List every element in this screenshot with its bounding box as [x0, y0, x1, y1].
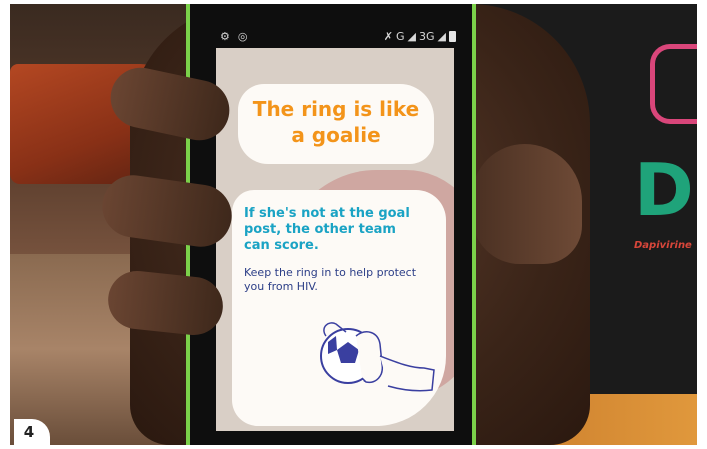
- photo: D Dapivirine ⚙ ◎ ✗ G ◢ 3G ◢ The ring is …: [10, 4, 697, 445]
- shirt-logo-letter: D: [634, 148, 694, 232]
- shirt-caption: Dapivirine: [634, 240, 692, 251]
- network-type-3g: 3G: [419, 30, 435, 43]
- title-line-2: a goalie: [291, 123, 381, 147]
- figure-number: 4: [23, 423, 35, 441]
- goalie-hands-ball-illustration: [320, 322, 435, 392]
- network-type: G: [396, 30, 405, 43]
- signal-icon-2: ◢: [437, 30, 446, 43]
- phone-screen[interactable]: The ring is like a goalie If she's not a…: [216, 48, 454, 431]
- signal-icon: ◢: [407, 30, 416, 43]
- whatsapp-icon: ◎: [237, 30, 248, 43]
- title-line-1: The ring is like: [252, 97, 420, 121]
- screen-title: The ring is like a goalie: [238, 96, 434, 148]
- message-strong: If she's not at the goal post, the other…: [244, 206, 410, 253]
- arm-sleeve-icon: [379, 355, 435, 392]
- message-normal: Keep the ring in to help protect you fro…: [244, 266, 417, 293]
- status-bar: ⚙ ◎ ✗ G ◢ 3G ◢: [202, 30, 462, 46]
- mute-icon: ✗: [383, 30, 393, 43]
- battery-icon: [449, 31, 456, 42]
- status-left-icons: ⚙ ◎: [220, 30, 247, 43]
- shirt-pink-graphic: [650, 44, 697, 124]
- usb-icon: ⚙: [220, 30, 230, 43]
- status-right-icons: ✗ G ◢ 3G ◢: [384, 30, 456, 43]
- hand-thumb: [472, 144, 582, 264]
- figure-number-badge: 4: [14, 419, 50, 449]
